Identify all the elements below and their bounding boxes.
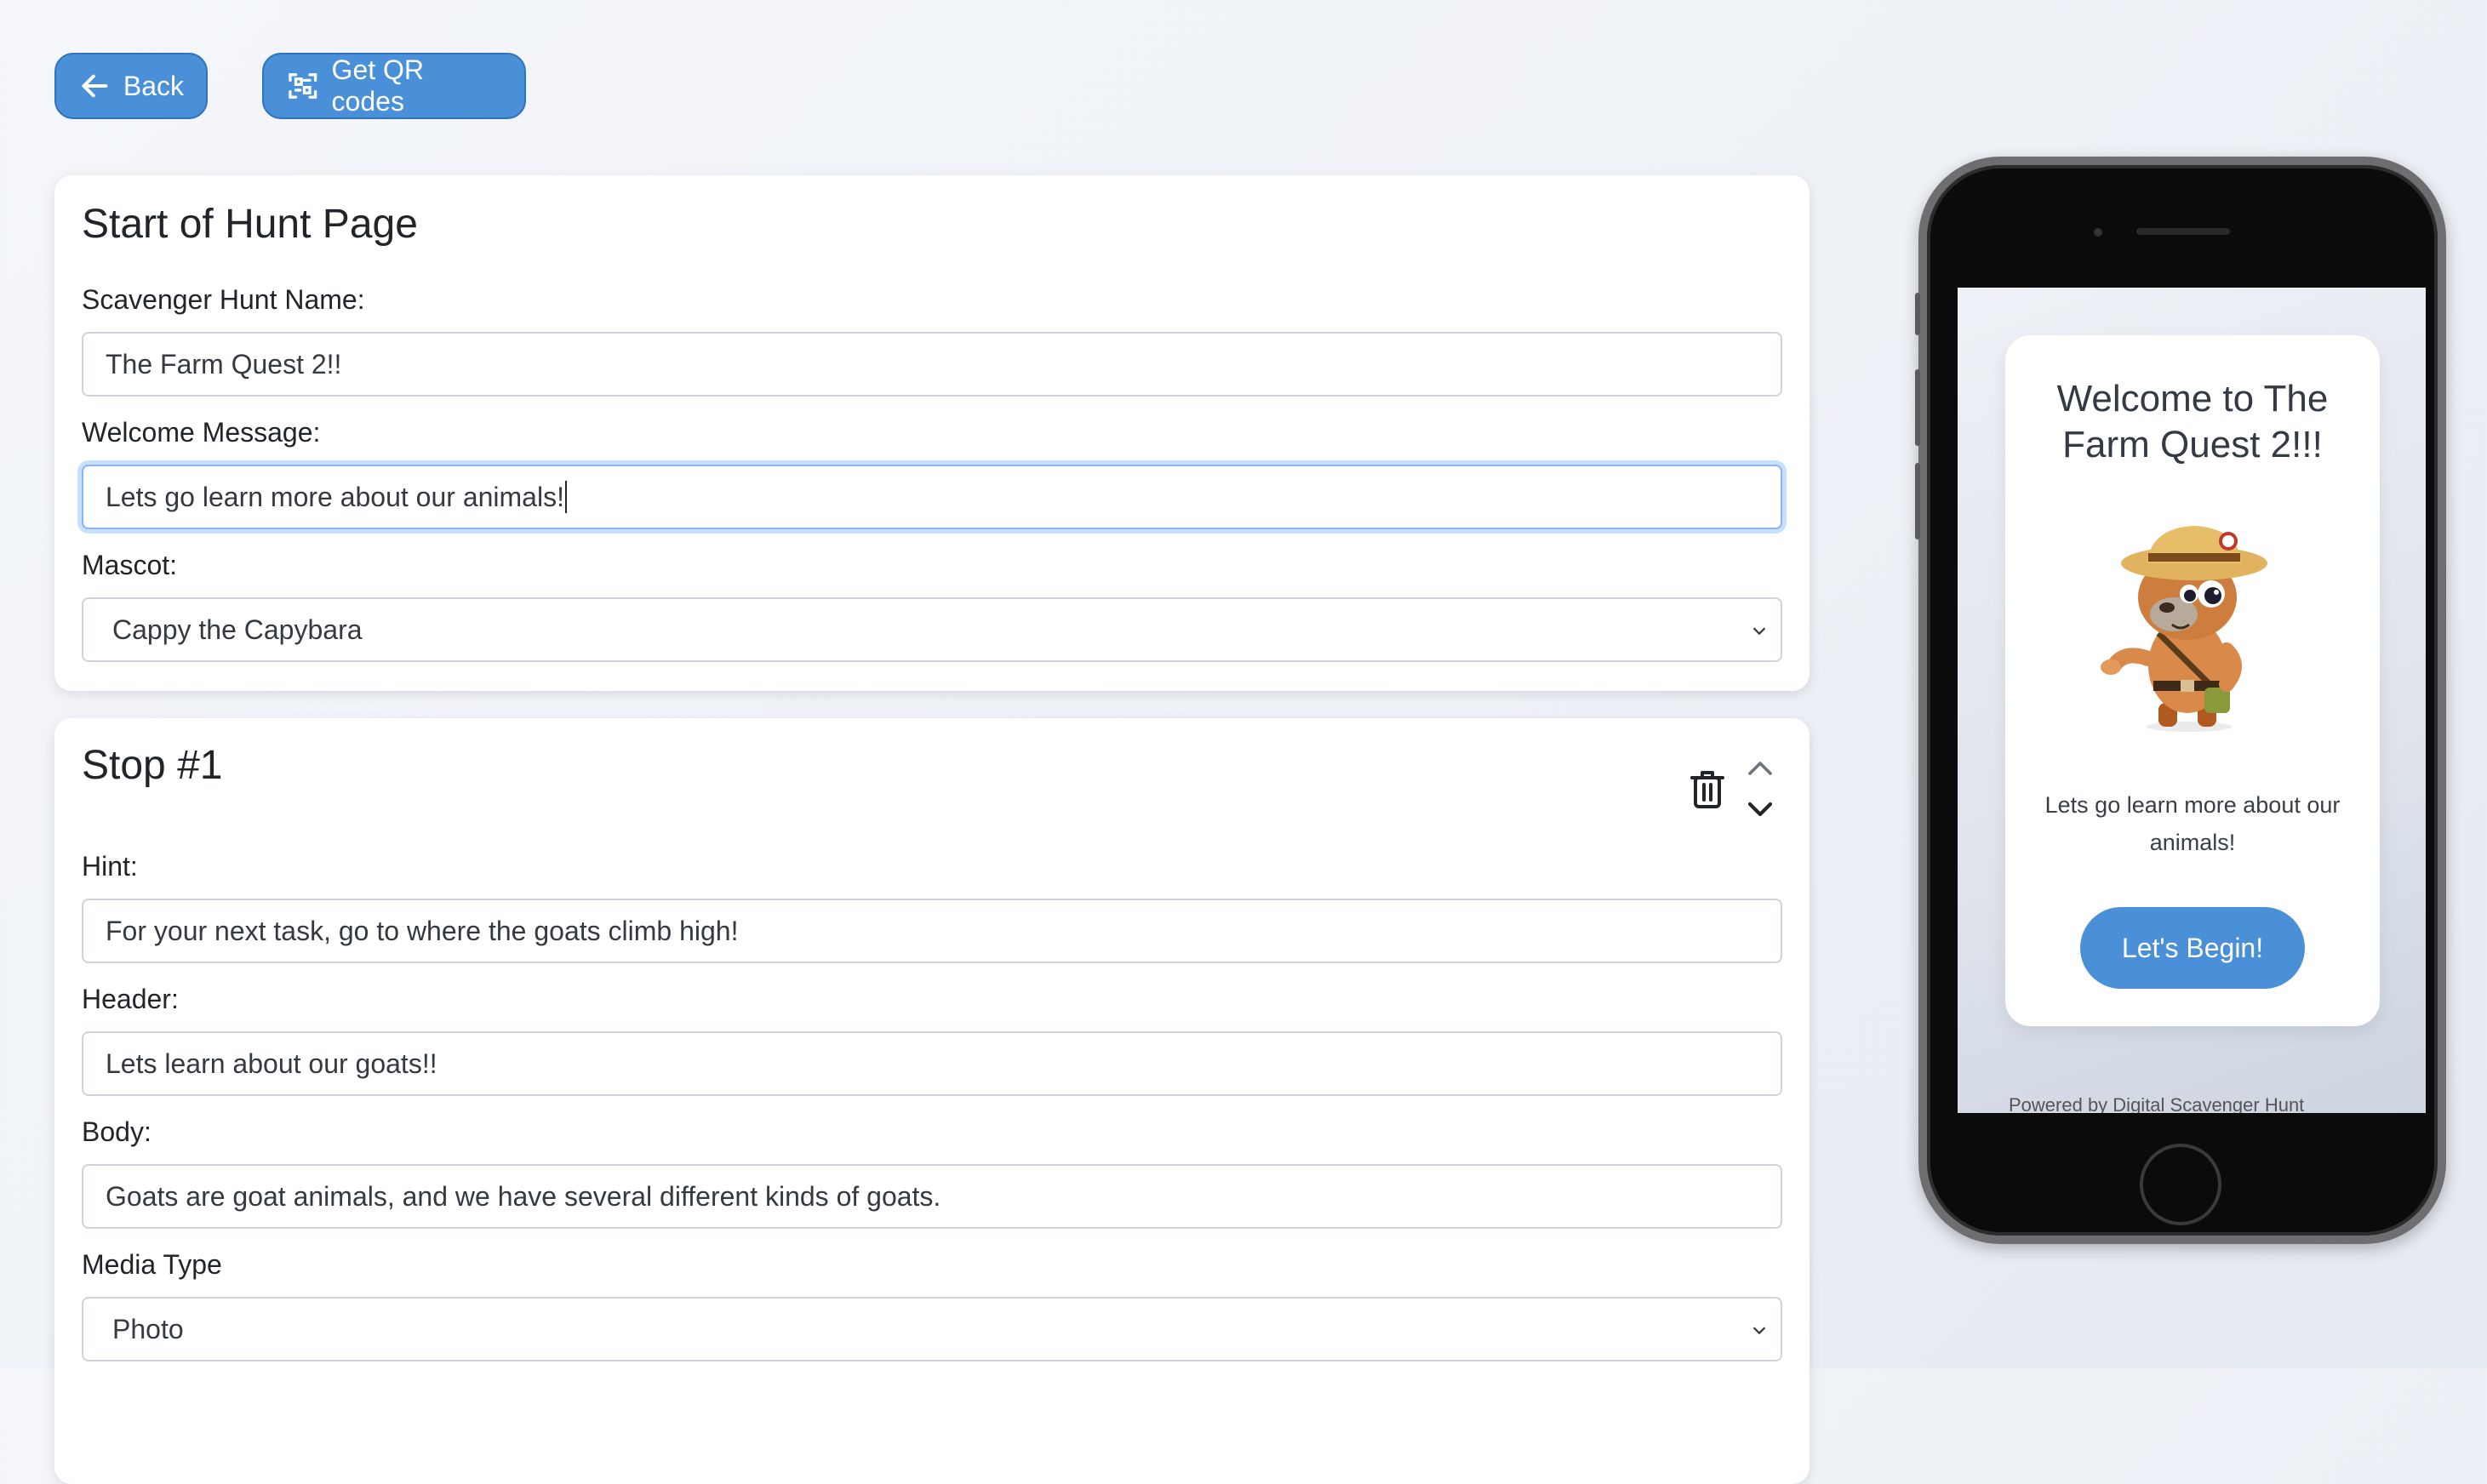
qr-label: Get QR codes [331, 54, 425, 117]
media-type-label: Media Type [82, 1249, 222, 1280]
header-label: Header: [82, 984, 179, 1014]
header-value: Lets learn about our goats!! [106, 1047, 437, 1079]
start-card-title: Start of Hunt Page [82, 202, 418, 247]
body-value: Goats are goat animals, and we have seve… [106, 1180, 941, 1212]
mascot-label: Mascot: [82, 550, 178, 580]
hint-label: Hint: [82, 851, 138, 882]
start-of-hunt-card: Start of Hunt Page Scavenger Hunt Name: … [54, 175, 1810, 691]
text-caret [564, 481, 567, 513]
back-label: Back [123, 70, 184, 101]
media-type-value: Photo [112, 1313, 184, 1344]
welcome-card: Welcome to The Farm Quest 2!!! Lets go l… [2005, 335, 2380, 1026]
welcome-message-value: Lets go learn more about our animals! [106, 481, 564, 512]
move-down-icon[interactable] [1745, 796, 1775, 822]
lets-begin-button[interactable]: Let's Begin! [2080, 907, 2305, 989]
hunt-name-input[interactable]: The Farm Quest 2!! [82, 332, 1782, 397]
hunt-name-label: Scavenger Hunt Name: [82, 284, 365, 315]
phone-camera [2094, 228, 2102, 237]
chevron-down-icon [1752, 1327, 1766, 1335]
phone-speaker [2136, 228, 2230, 235]
phone-screen: Welcome to The Farm Quest 2!!! Lets go l… [1958, 288, 2426, 1113]
phone-mute-switch [1915, 293, 1920, 335]
mascot-value: Cappy the Capybara [112, 614, 363, 645]
welcome-message-preview: Lets go learn more about our animals! [2044, 792, 2341, 855]
stop-card: Stop #1 Hint: For your next task, go to … [54, 718, 1810, 1484]
trash-icon[interactable] [1687, 768, 1728, 812]
header-input[interactable]: Lets learn about our goats!! [82, 1031, 1782, 1096]
welcome-message-input[interactable]: Lets go learn more about our animals! [82, 465, 1782, 529]
mascot-select[interactable]: Cappy the Capybara [82, 597, 1782, 662]
hint-value: For your next task, go to where the goat… [106, 915, 739, 946]
move-up-icon[interactable] [1745, 756, 1775, 781]
phone-volume-up [1915, 369, 1920, 446]
phone-home-button [2140, 1144, 2221, 1225]
stop-title: Stop #1 [82, 743, 223, 788]
get-qr-codes-button[interactable]: Get QR codes [262, 53, 526, 119]
powered-by-footer: Powered by Digital Scavenger Hunt [2009, 1094, 2305, 1113]
media-type-select[interactable]: Photo [82, 1297, 1782, 1361]
body-input[interactable]: Goats are goat animals, and we have seve… [82, 1164, 1782, 1229]
chevron-down-icon [1752, 627, 1766, 636]
back-button[interactable]: Back [54, 53, 208, 119]
phone-volume-down [1915, 463, 1920, 539]
qr-scan-icon [289, 73, 317, 99]
welcome-title: Welcome to The Farm Quest 2!!! [2056, 378, 2329, 465]
hunt-name-value: The Farm Quest 2!! [106, 348, 342, 380]
capybara-mascot-image [2101, 526, 2267, 732]
phone-preview: Welcome to The Farm Quest 2!!! Lets go l… [1915, 157, 2446, 1244]
body-label: Body: [82, 1116, 152, 1147]
arrow-left-icon [82, 74, 108, 98]
welcome-message-label: Welcome Message: [82, 417, 321, 448]
hint-input[interactable]: For your next task, go to where the goat… [82, 899, 1782, 963]
